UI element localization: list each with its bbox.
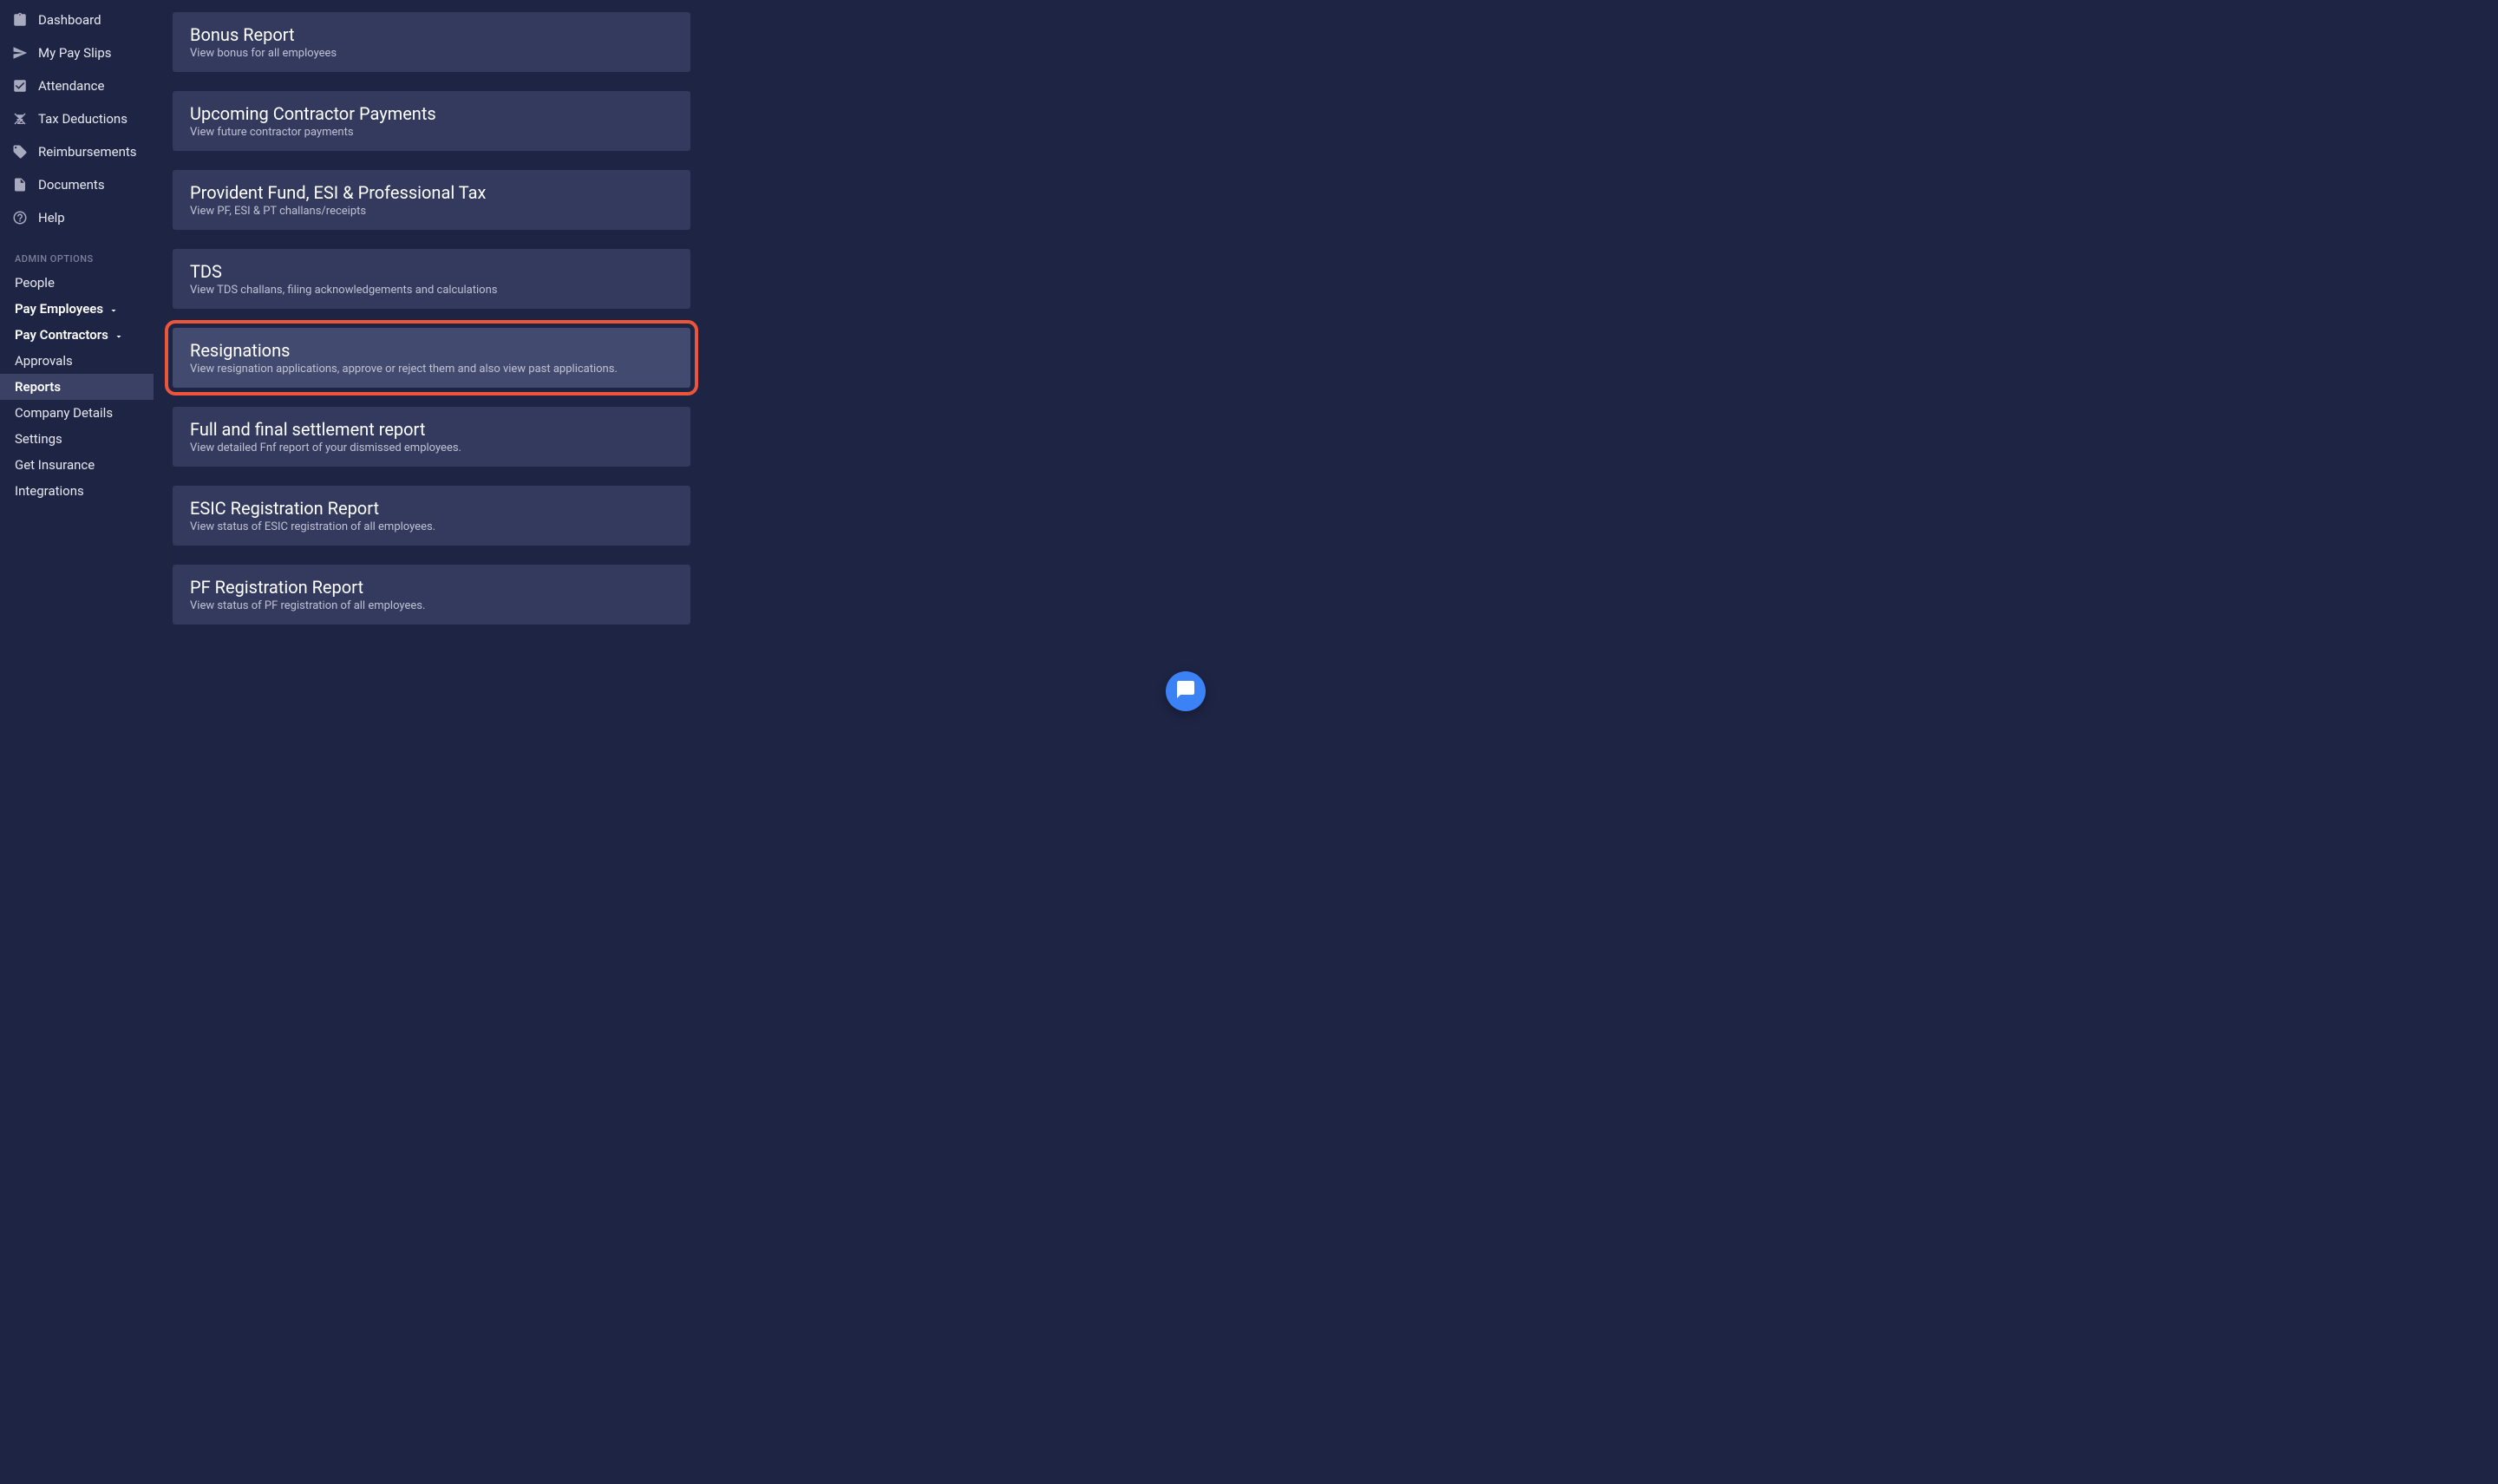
admin-label: Company Details (15, 405, 113, 421)
admin-pay-contractors[interactable]: Pay Contractors (0, 322, 154, 348)
report-title: Resignations (190, 340, 673, 361)
report-desc: View PF, ESI & PT challans/receipts (190, 205, 673, 218)
checkbox-icon (12, 78, 28, 94)
nav-dashboard[interactable]: Dashboard (0, 3, 154, 36)
admin-label: Settings (15, 431, 62, 447)
report-desc: View bonus for all employees (190, 47, 673, 60)
report-title: Bonus Report (190, 24, 673, 45)
report-title: Provident Fund, ESI & Professional Tax (190, 182, 673, 203)
right-space (710, 0, 1227, 729)
admin-settings[interactable]: Settings (0, 426, 154, 452)
nav-documents[interactable]: Documents (0, 168, 154, 201)
report-title: TDS (190, 261, 673, 282)
nav-help[interactable]: Help (0, 201, 154, 234)
nav-label: Documents (38, 177, 105, 193)
report-pf-registration[interactable]: PF Registration Report View status of PF… (173, 565, 690, 624)
report-pf-esi-pt[interactable]: Provident Fund, ESI & Professional Tax V… (173, 170, 690, 230)
admin-label: Reports (15, 379, 61, 395)
nav-label: Attendance (38, 78, 104, 94)
send-icon (12, 45, 28, 61)
sidebar: Dashboard My Pay Slips Attendance Tax De… (0, 0, 154, 729)
report-resignations[interactable]: Resignations View resignation applicatio… (173, 328, 690, 388)
admin-pay-employees[interactable]: Pay Employees (0, 296, 154, 322)
chat-widget-button[interactable] (1166, 671, 1206, 711)
report-tds[interactable]: TDS View TDS challans, filing acknowledg… (173, 249, 690, 309)
report-bonus[interactable]: Bonus Report View bonus for all employee… (173, 12, 690, 72)
admin-label: Approvals (15, 353, 73, 369)
nav-reimbursements[interactable]: Reimbursements (0, 135, 154, 168)
report-desc: View status of ESIC registration of all … (190, 520, 673, 533)
nav-payslips[interactable]: My Pay Slips (0, 36, 154, 69)
admin-approvals[interactable]: Approvals (0, 348, 154, 374)
nav-label: Tax Deductions (38, 111, 128, 127)
report-title: Full and final settlement report (190, 419, 673, 440)
report-title: ESIC Registration Report (190, 498, 673, 519)
nav-label: Help (38, 210, 65, 226)
section-header-admin: ADMIN OPTIONS (0, 234, 154, 270)
admin-get-insurance[interactable]: Get Insurance (0, 452, 154, 478)
admin-reports[interactable]: Reports (0, 374, 154, 400)
report-fnf[interactable]: Full and final settlement report View de… (173, 407, 690, 467)
report-contractor-payments[interactable]: Upcoming Contractor Payments View future… (173, 91, 690, 151)
report-desc: View future contractor payments (190, 126, 673, 139)
main-content: Bonus Report View bonus for all employee… (154, 0, 710, 729)
nav-attendance[interactable]: Attendance (0, 69, 154, 102)
admin-label: Pay Contractors (15, 327, 108, 343)
clipboard-icon (12, 12, 28, 28)
admin-people[interactable]: People (0, 270, 154, 296)
admin-nav: People Pay Employees Pay Contractors App… (0, 270, 154, 504)
report-desc: View status of PF registration of all em… (190, 599, 673, 612)
doc-icon (12, 177, 28, 193)
admin-label: Integrations (15, 483, 84, 499)
report-desc: View detailed Fnf report of your dismiss… (190, 441, 673, 454)
report-desc: View resignation applications, approve o… (190, 363, 673, 376)
nav-label: Dashboard (38, 12, 101, 28)
report-desc: View TDS challans, filing acknowledgemen… (190, 284, 673, 297)
admin-integrations[interactable]: Integrations (0, 478, 154, 504)
nav-label: My Pay Slips (38, 45, 112, 61)
chat-icon (1175, 679, 1196, 703)
admin-label: Pay Employees (15, 301, 103, 317)
nav-label: Reimbursements (38, 144, 137, 160)
calc-icon (12, 111, 28, 127)
chevron-down-icon (114, 330, 124, 340)
tag-icon (12, 144, 28, 160)
report-title: Upcoming Contractor Payments (190, 103, 673, 124)
admin-label: Get Insurance (15, 457, 95, 473)
admin-company-details[interactable]: Company Details (0, 400, 154, 426)
question-icon (12, 210, 28, 226)
chevron-down-icon (108, 304, 119, 314)
report-esic-registration[interactable]: ESIC Registration Report View status of … (173, 486, 690, 546)
report-title: PF Registration Report (190, 577, 673, 598)
admin-label: People (15, 275, 55, 291)
nav-tax-deductions[interactable]: Tax Deductions (0, 102, 154, 135)
